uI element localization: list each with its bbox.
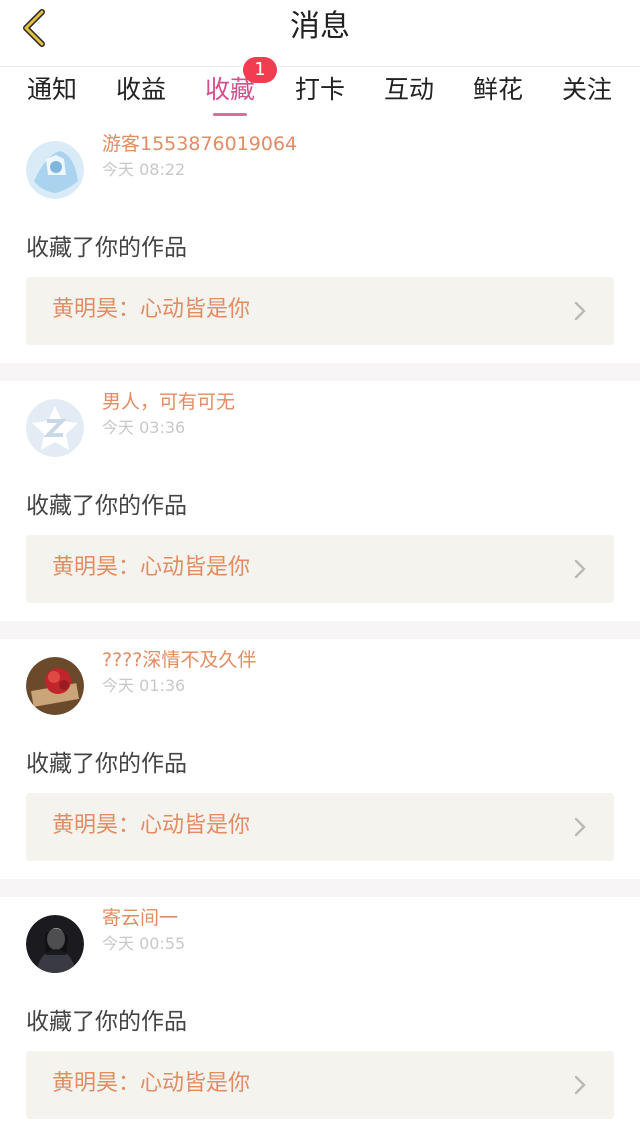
chevron-right-icon <box>574 301 586 321</box>
work-link[interactable]: 黄明昊：心动皆是你 <box>26 277 614 345</box>
timestamp: 今天 03:36 <box>102 418 186 437</box>
action-text: 收藏了你的作品 <box>26 1009 187 1035</box>
user-avatar[interactable] <box>26 399 84 457</box>
action-text: 收藏了你的作品 <box>26 493 187 519</box>
tab-follow[interactable]: 关注 <box>562 75 612 105</box>
work-title: 黄明昊：心动皆是你 <box>52 813 251 838</box>
user-name[interactable]: 寄云间一 <box>102 905 185 931</box>
user-avatar[interactable] <box>26 657 84 715</box>
work-title: 黄明昊：心动皆是你 <box>52 555 251 580</box>
chevron-right-icon <box>574 559 586 579</box>
message-card: ????深情不及久伴 今天 01:36 收藏了你的作品 黄明昊：心动皆是你 <box>0 639 640 879</box>
user-name[interactable]: ????深情不及久伴 <box>102 647 256 673</box>
tab-interaction[interactable]: 互动 <box>384 75 434 105</box>
user-name[interactable]: 男人，可有可无 <box>102 389 235 415</box>
tab-checkin[interactable]: 打卡 <box>295 75 345 105</box>
tab-favorites[interactable]: 收藏 1 <box>205 57 278 116</box>
message-card: 游客1553876019064 今天 08:22 收藏了你的作品 黄明昊：心动皆… <box>0 123 640 363</box>
message-card: 寄云间一 今天 00:55 收藏了你的作品 黄明昊：心动皆是你 <box>0 897 640 1137</box>
chevron-right-icon <box>574 1075 586 1095</box>
tab-bar: 通知 收益 收藏 1 打卡 互动 鲜花 关注 <box>0 57 640 123</box>
work-link[interactable]: 黄明昊：心动皆是你 <box>26 1051 614 1119</box>
tab-notice[interactable]: 通知 <box>27 75 77 105</box>
user-name[interactable]: 游客1553876019064 <box>102 131 297 157</box>
work-link[interactable]: 黄明昊：心动皆是你 <box>26 793 614 861</box>
page-title: 消息 <box>290 9 350 44</box>
timestamp: 今天 08:22 <box>102 160 186 179</box>
message-list: 游客1553876019064 今天 08:22 收藏了你的作品 黄明昊：心动皆… <box>0 123 640 1137</box>
user-avatar[interactable] <box>26 141 84 199</box>
message-card: 男人，可有可无 今天 03:36 收藏了你的作品 黄明昊：心动皆是你 <box>0 381 640 621</box>
tab-income[interactable]: 收益 <box>116 75 166 105</box>
top-bar: 消息 <box>0 0 640 67</box>
work-title: 黄明昊：心动皆是你 <box>52 297 251 322</box>
action-text: 收藏了你的作品 <box>26 235 187 261</box>
chevron-right-icon <box>574 817 586 837</box>
unread-badge: 1 <box>243 57 278 83</box>
tab-flowers[interactable]: 鲜花 <box>473 75 523 105</box>
action-text: 收藏了你的作品 <box>26 751 187 777</box>
timestamp: 今天 01:36 <box>102 676 186 695</box>
timestamp: 今天 00:55 <box>102 934 186 953</box>
user-avatar[interactable] <box>26 915 84 973</box>
work-link[interactable]: 黄明昊：心动皆是你 <box>26 535 614 603</box>
active-tab-indicator <box>212 113 247 116</box>
